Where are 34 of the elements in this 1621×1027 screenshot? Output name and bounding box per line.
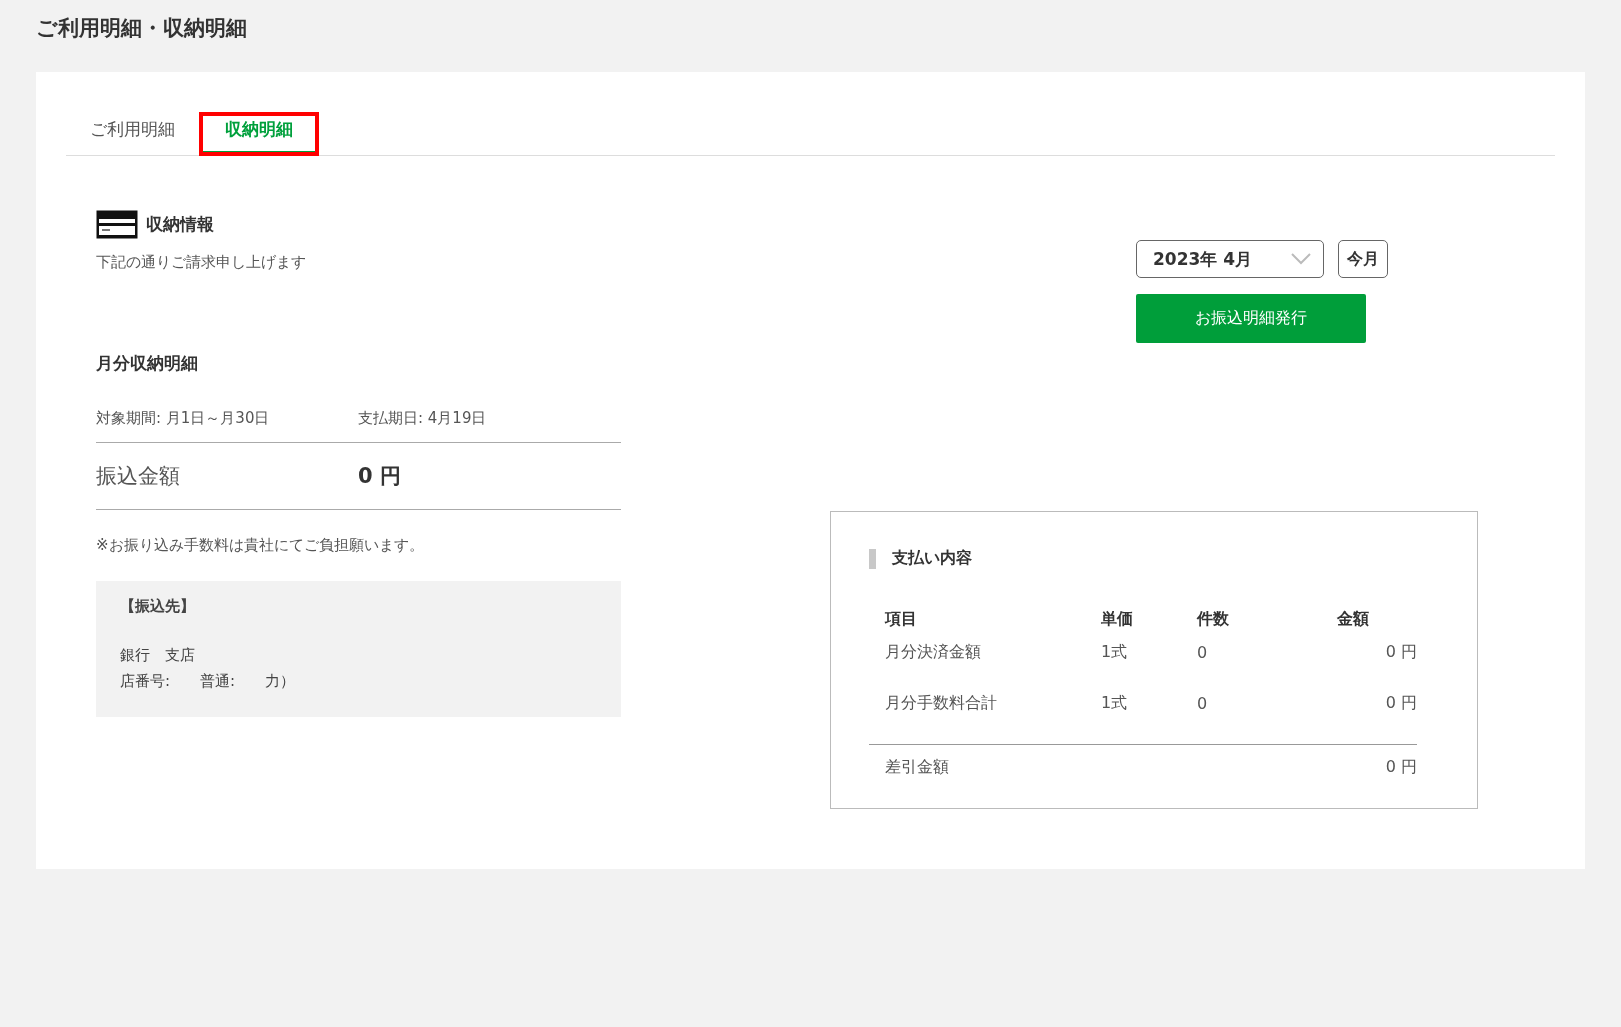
statement-title: 月分収納明細 — [96, 352, 199, 375]
bank-info-title: 【振込先】 — [120, 597, 196, 616]
heading-bar — [869, 548, 876, 569]
amount-label: 振込金額 — [96, 463, 181, 490]
tab[interactable]: ご利用明細 — [86, 112, 179, 156]
table-cell-text: 1式 — [1100, 642, 1129, 663]
amount-value: 0 円 — [358, 463, 401, 490]
fee-note: ※お振り込み手数料は貴社にてご負担願います。 — [96, 536, 425, 555]
month-dropdown[interactable]: 2023年 4月 — [1136, 240, 1324, 278]
table-cell: 月分手数料合計 — [869, 693, 1085, 745]
due-date-text: 支払期日: 4月19日 — [358, 409, 487, 428]
card-icon — [96, 210, 138, 239]
table-cell: 0 円 — [1297, 693, 1417, 745]
column-header: 項目 — [884, 609, 918, 630]
table-cell-text: 0 円 — [1384, 642, 1417, 663]
table-cell: 0 — [1181, 693, 1297, 745]
issue-statement-button[interactable]: お振込明細発行 — [1136, 294, 1366, 343]
column-header: 単価 — [1100, 609, 1134, 630]
table-cell: 0 円 — [1297, 744, 1417, 784]
bank-info-line: 店番号: 普通: 力） — [120, 671, 297, 693]
section-title: 収納情報 — [146, 213, 214, 236]
column-header: 金額 — [1336, 609, 1370, 630]
payment-details-title: 支払い内容 — [892, 548, 972, 569]
section-subtitle: 下記の通りご請求申し上げます — [96, 253, 307, 272]
period-text: 対象期間: 月1日～月30日 — [96, 409, 271, 428]
table-cell-text: 0 — [1196, 642, 1209, 664]
page-title: ご利用明細・収納明細 — [36, 15, 248, 42]
chevron-down-icon — [1291, 253, 1311, 265]
table-cell-text: 月分決済金額 — [884, 642, 982, 663]
table-cell: 1式 — [1085, 693, 1181, 745]
this-month-button[interactable]: 今月 — [1338, 240, 1388, 278]
table-cell: 差引金額 — [869, 744, 1085, 784]
column-header: 件数 — [1195, 609, 1230, 630]
bank-info-line: 銀行 支店 — [120, 645, 196, 666]
